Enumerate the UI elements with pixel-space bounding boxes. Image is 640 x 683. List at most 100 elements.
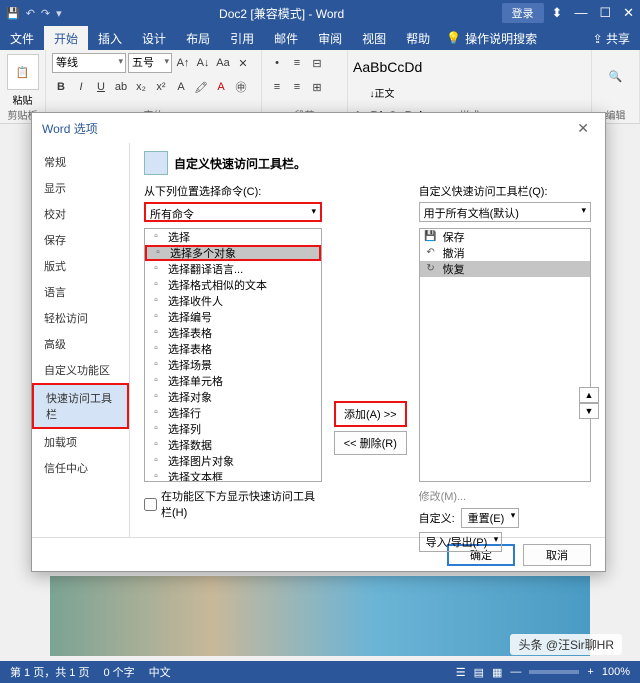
grow-font-icon[interactable]: A↑ xyxy=(174,54,192,72)
tab-review[interactable]: 审阅 xyxy=(308,26,352,51)
nav-language[interactable]: 语言 xyxy=(32,279,129,305)
command-item[interactable]: ▫选择图片对象 xyxy=(145,453,321,469)
word-count[interactable]: 0 个字 xyxy=(103,664,134,680)
qat-listbox[interactable]: 💾保存↶撤消↻恢复 xyxy=(419,228,591,482)
move-down-button[interactable]: ▼ xyxy=(579,403,599,419)
border-icon[interactable]: ⊞ xyxy=(308,78,326,96)
nav-quick-access-toolbar[interactable]: 快速访问工具栏 xyxy=(32,383,129,429)
align-left-icon[interactable]: ≡ xyxy=(268,78,286,96)
login-button[interactable]: 登录 xyxy=(502,3,544,23)
qat-item[interactable]: ↶撤消 xyxy=(420,245,590,261)
paste-button[interactable]: 📋 xyxy=(7,54,39,90)
change-case-icon[interactable]: Aa xyxy=(214,54,232,72)
redo-icon[interactable]: ↷ xyxy=(41,7,50,20)
nav-display[interactable]: 显示 xyxy=(32,175,129,201)
qat-item[interactable]: ↻恢复 xyxy=(420,261,590,277)
minimize-icon[interactable]: — xyxy=(574,5,587,21)
nav-layout[interactable]: 版式 xyxy=(32,253,129,279)
nav-general[interactable]: 常规 xyxy=(32,149,129,175)
tab-references[interactable]: 引用 xyxy=(220,26,264,51)
tab-insert[interactable]: 插入 xyxy=(88,26,132,51)
strike-button[interactable]: ab xyxy=(112,78,130,96)
command-item[interactable]: ▫选择格式相似的文本 xyxy=(145,277,321,293)
qat-item[interactable]: 💾保存 xyxy=(420,229,590,245)
customize-qat-select[interactable]: 用于所有文档(默认) xyxy=(419,202,591,222)
enclose-icon[interactable]: ㊥ xyxy=(232,78,250,96)
font-family-combo[interactable]: 等线 xyxy=(52,53,126,73)
zoom-out-icon[interactable]: — xyxy=(510,666,521,678)
command-item[interactable]: ▫选择数据 xyxy=(145,437,321,453)
command-item[interactable]: ▫选择编号 xyxy=(145,309,321,325)
font-size-combo[interactable]: 五号 xyxy=(128,53,172,73)
close-icon[interactable]: ✕ xyxy=(623,5,634,21)
command-item[interactable]: ▫选择收件人 xyxy=(145,293,321,309)
lightbulb-icon: 💡 xyxy=(446,31,461,45)
save-icon[interactable]: 💾 xyxy=(6,7,20,20)
nav-ease[interactable]: 轻松访问 xyxy=(32,305,129,331)
tab-help[interactable]: 帮助 xyxy=(396,26,440,51)
view-read-icon[interactable]: ☰ xyxy=(456,666,466,679)
command-item[interactable]: ▫选择对象 xyxy=(145,389,321,405)
ribbon-options-icon[interactable]: ⬍ xyxy=(552,5,563,21)
command-item[interactable]: ▫选择多个对象 xyxy=(145,245,321,261)
nav-trust[interactable]: 信任中心 xyxy=(32,455,129,481)
shrink-font-icon[interactable]: A↓ xyxy=(194,54,212,72)
commands-listbox[interactable]: ▫选择▫选择多个对象▫选择翻译语言...▫选择格式相似的文本▫选择收件人▫选择编… xyxy=(144,228,322,482)
command-item[interactable]: ▫选择场景 xyxy=(145,357,321,373)
choose-commands-select[interactable]: 所有命令 xyxy=(144,202,322,222)
numbering-icon[interactable]: ≡ xyxy=(288,54,306,72)
dialog-close-icon[interactable]: ✕ xyxy=(571,120,595,137)
underline-button[interactable]: U xyxy=(92,78,110,96)
subscript-button[interactable]: x₂ xyxy=(132,78,150,96)
italic-button[interactable]: I xyxy=(72,78,90,96)
highlight-icon[interactable]: 🖍 xyxy=(192,78,210,96)
text-effect-icon[interactable]: A xyxy=(172,78,190,96)
superscript-button[interactable]: x² xyxy=(152,78,170,96)
style-normal[interactable]: AaBbCcDd↓正文 xyxy=(352,54,412,101)
command-item[interactable]: ▫选择列 xyxy=(145,421,321,437)
nav-addins[interactable]: 加载项 xyxy=(32,429,129,455)
clear-format-icon[interactable]: ✕ xyxy=(234,54,252,72)
tab-mailings[interactable]: 邮件 xyxy=(264,26,308,51)
font-color-icon[interactable]: A xyxy=(212,78,230,96)
bold-button[interactable]: B xyxy=(52,78,70,96)
command-item[interactable]: ▫选择单元格 xyxy=(145,373,321,389)
language-status[interactable]: 中文 xyxy=(149,664,171,680)
choose-commands-label: 从下列位置选择命令(C): xyxy=(144,183,322,199)
remove-button[interactable]: << 删除(R) xyxy=(334,431,407,455)
command-item[interactable]: ▫选择文本框 xyxy=(145,469,321,482)
modify-button[interactable]: 修改(M)... xyxy=(419,488,591,504)
nav-save[interactable]: 保存 xyxy=(32,227,129,253)
nav-customize-ribbon[interactable]: 自定义功能区 xyxy=(32,357,129,383)
tab-layout[interactable]: 布局 xyxy=(176,26,220,51)
show-below-ribbon-checkbox[interactable]: 在功能区下方显示快速访问工具栏(H) xyxy=(144,488,322,520)
tell-me[interactable]: 💡操作说明搜索 xyxy=(446,30,537,47)
maximize-icon[interactable]: ☐ xyxy=(599,5,611,21)
tab-view[interactable]: 视图 xyxy=(352,26,396,51)
zoom-level[interactable]: 100% xyxy=(602,666,630,678)
command-item[interactable]: ▫选择表格 xyxy=(145,341,321,357)
tab-file[interactable]: 文件 xyxy=(0,26,44,51)
reset-dropdown[interactable]: 重置(E) xyxy=(461,508,520,528)
command-item[interactable]: ▫选择表格 xyxy=(145,325,321,341)
page-status[interactable]: 第 1 页，共 1 页 xyxy=(10,664,89,680)
nav-proofing[interactable]: 校对 xyxy=(32,201,129,227)
multilevel-icon[interactable]: ⊟ xyxy=(308,54,326,72)
command-item[interactable]: ▫选择行 xyxy=(145,405,321,421)
zoom-slider[interactable] xyxy=(529,670,579,674)
view-web-icon[interactable]: ▦ xyxy=(492,666,502,679)
bullets-icon[interactable]: • xyxy=(268,54,286,72)
tab-design[interactable]: 设计 xyxy=(132,26,176,51)
command-item[interactable]: ▫选择 xyxy=(145,229,321,245)
add-button[interactable]: 添加(A) >> xyxy=(334,401,407,427)
align-center-icon[interactable]: ≡ xyxy=(288,78,306,96)
tab-home[interactable]: 开始 xyxy=(44,26,88,51)
move-up-button[interactable]: ▲ xyxy=(579,387,599,403)
undo-icon[interactable]: ↶ xyxy=(26,7,35,20)
command-item[interactable]: ▫选择翻译语言... xyxy=(145,261,321,277)
nav-advanced[interactable]: 高级 xyxy=(32,331,129,357)
share-button[interactable]: ⇪ 共享 xyxy=(583,26,640,51)
view-print-icon[interactable]: ▤ xyxy=(474,666,484,679)
zoom-in-icon[interactable]: + xyxy=(587,666,593,678)
import-export-dropdown[interactable]: 导入/导出(P) xyxy=(419,532,503,552)
